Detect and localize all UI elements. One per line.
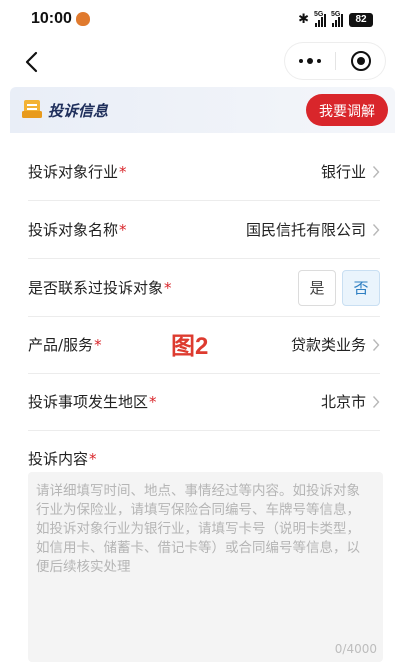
section-title: 投诉信息	[48, 102, 109, 120]
status-bar: 10:00 ✱ 5G 5G 82	[0, 0, 405, 40]
contacted-row: 是否联系过投诉对象* 是 否	[28, 259, 380, 317]
contacted-yes-button[interactable]: 是	[298, 269, 336, 306]
mediate-button[interactable]: 我要调解	[306, 94, 388, 126]
product-value[interactable]: 贷款类业务	[291, 334, 380, 355]
signal-icon-secondary: 5G	[331, 11, 343, 27]
notification-app-icon	[76, 12, 90, 26]
document-icon	[22, 100, 42, 118]
contacted-label: 是否联系过投诉对象*	[28, 279, 172, 297]
content-label: 投诉内容*	[28, 450, 97, 468]
industry-value[interactable]: 银行业	[321, 161, 380, 182]
chevron-right-icon	[372, 338, 380, 351]
region-value[interactable]: 北京市	[321, 391, 380, 412]
name-value[interactable]: 国民信托有限公司	[246, 219, 380, 240]
product-label: 产品/服务*	[28, 336, 102, 354]
content-placeholder: 请详细填写时间、地点、事情经过等内容。如投诉对象行业为保险业，请填写保险合同编号…	[36, 483, 360, 575]
name-row[interactable]: 投诉对象名称* 国民信托有限公司	[28, 201, 380, 259]
chevron-right-icon	[372, 395, 380, 408]
industry-row[interactable]: 投诉对象行业* 银行业	[28, 143, 380, 201]
status-indicators: ✱ 5G 5G 82	[298, 11, 373, 27]
chevron-right-icon	[372, 165, 380, 178]
back-arrow-icon	[25, 51, 38, 73]
name-label: 投诉对象名称*	[28, 221, 127, 239]
contacted-toggle: 是 否	[298, 269, 380, 306]
content-textarea[interactable]: 请详细填写时间、地点、事情经过等内容。如投诉对象行业为保险业，请填写保险合同编号…	[28, 472, 383, 662]
more-button[interactable]	[285, 43, 335, 79]
signal-icon: 5G	[314, 11, 326, 27]
more-dots-icon	[299, 59, 303, 63]
region-row[interactable]: 投诉事项发生地区* 北京市	[28, 373, 380, 431]
close-target-icon	[350, 51, 371, 71]
character-counter: 0/4000	[334, 642, 377, 656]
battery-icon: 82	[349, 12, 373, 27]
mini-program-capsule	[285, 43, 385, 79]
chevron-right-icon	[372, 223, 380, 236]
region-label: 投诉事项发生地区*	[28, 393, 157, 411]
close-button[interactable]	[336, 43, 385, 79]
bluetooth-icon: ✱	[298, 12, 309, 27]
industry-label: 投诉对象行业*	[28, 163, 127, 181]
figure-watermark: 图2	[171, 333, 209, 360]
back-button[interactable]	[16, 46, 48, 78]
status-time: 10:00	[31, 10, 72, 27]
section-header: 投诉信息 我要调解	[10, 87, 395, 133]
contacted-no-button[interactable]: 否	[342, 269, 380, 306]
